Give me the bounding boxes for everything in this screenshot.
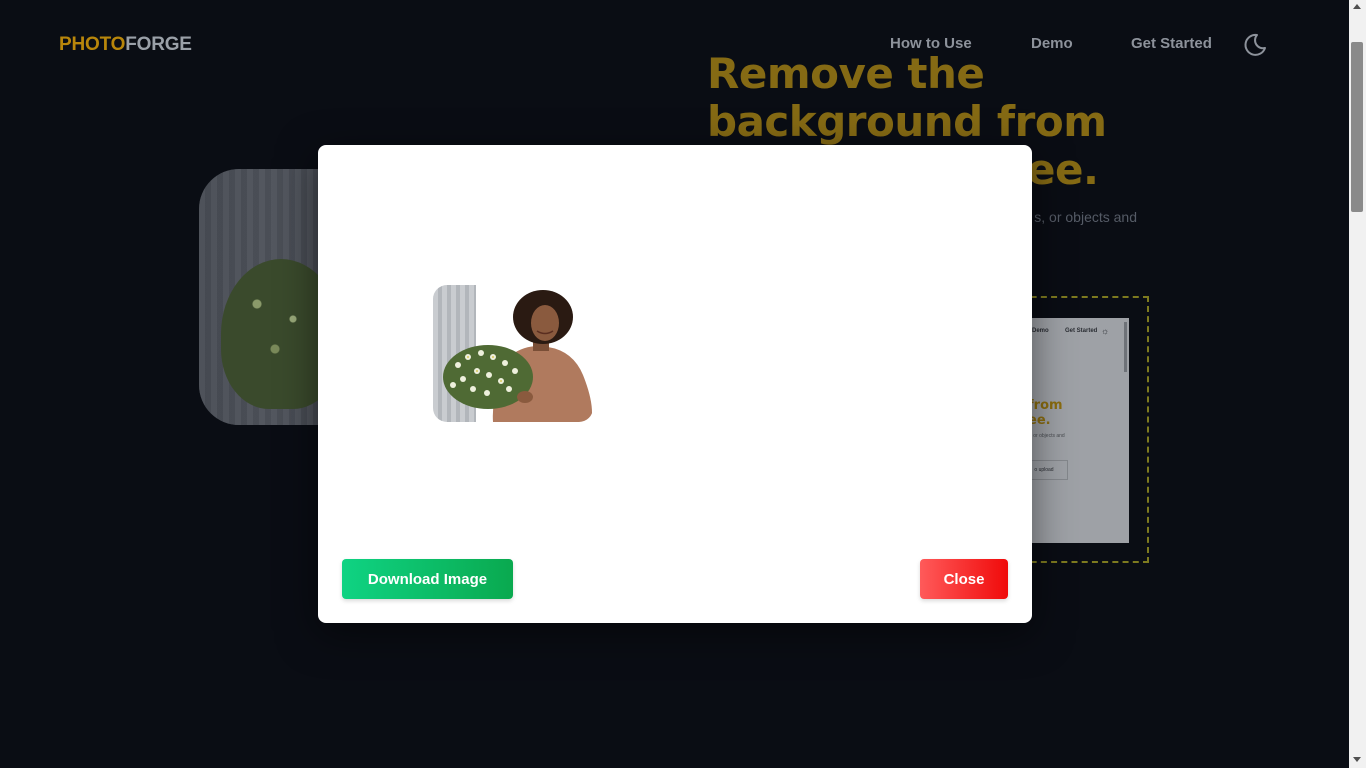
preview-nav-get-started: Get Started [1065, 328, 1098, 334]
person-with-flowers [443, 290, 592, 422]
close-button[interactable]: Close [920, 559, 1008, 599]
page: PHOTOFORGE How to Use Demo Get Started R… [0, 0, 1366, 768]
preview-scrollbar [1124, 322, 1127, 372]
logo-forge: FORGE [125, 34, 192, 55]
scrollbar-thumb[interactable] [1351, 42, 1363, 212]
preview-title: from ee. [1028, 398, 1063, 428]
preview-nav-demo: Demo [1032, 328, 1049, 334]
scroll-up-arrow-icon[interactable] [1353, 4, 1361, 9]
sun-icon: ☼ [1101, 326, 1110, 336]
logo-photo: PHOTO [59, 34, 126, 55]
scroll-down-arrow-icon[interactable] [1353, 757, 1361, 762]
logo[interactable]: PHOTOFORGE [59, 34, 192, 56]
download-image-button[interactable]: Download Image [342, 559, 513, 599]
moon-icon[interactable] [1240, 30, 1270, 60]
result-modal: Download Image Close [318, 145, 1032, 623]
preview-subtitle: s, or objects and [1028, 433, 1065, 439]
processed-image [433, 285, 593, 422]
upload-preview-thumbnail: Demo Get Started ☼ from ee. s, or objects… [1020, 318, 1129, 543]
